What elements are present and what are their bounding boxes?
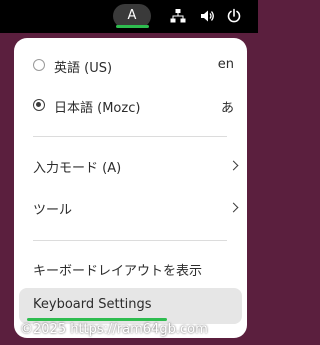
chevron-right-icon — [228, 202, 239, 213]
volume-icon[interactable] — [199, 8, 215, 24]
radio-button-selected[interactable] — [33, 99, 45, 111]
submenu-label: ツール — [33, 203, 73, 218]
menu-item-input-mode[interactable]: 入力モード (A) — [19, 148, 242, 184]
submenu-label: 入力モード (A) — [33, 161, 122, 176]
menu-item-label: キーボードレイアウトを表示 — [33, 264, 203, 279]
menu-item-japanese-mozc[interactable]: 日本語 (Mozc) あ — [19, 88, 242, 124]
menu-item-english-us[interactable]: 英語 (US) en — [19, 48, 242, 84]
active-indicator-underline — [116, 25, 149, 28]
top-bar: A — [0, 0, 258, 33]
menu-item-tools[interactable]: ツール — [19, 190, 242, 226]
hover-underline — [27, 318, 167, 321]
menu-item-label: Keyboard Settings — [33, 297, 152, 312]
radio-button[interactable] — [33, 59, 45, 71]
chevron-right-icon — [228, 160, 239, 171]
input-method-shortcut: en — [217, 57, 234, 72]
separator — [33, 240, 227, 241]
input-method-label: 日本語 (Mozc) — [54, 101, 141, 116]
copyright-watermark: ©2025 https://ram64gb.com — [20, 322, 208, 337]
power-icon[interactable] — [226, 8, 242, 24]
input-method-label: 英語 (US) — [54, 61, 113, 76]
input-method-menu: 英語 (US) en 日本語 (Mozc) あ 入力モード (A) ツール キー… — [14, 38, 247, 338]
separator — [33, 136, 227, 137]
network-icon[interactable] — [170, 8, 186, 24]
input-method-shortcut: あ — [220, 101, 234, 116]
menu-item-show-keyboard-layout[interactable]: キーボードレイアウトを表示 — [19, 251, 242, 287]
